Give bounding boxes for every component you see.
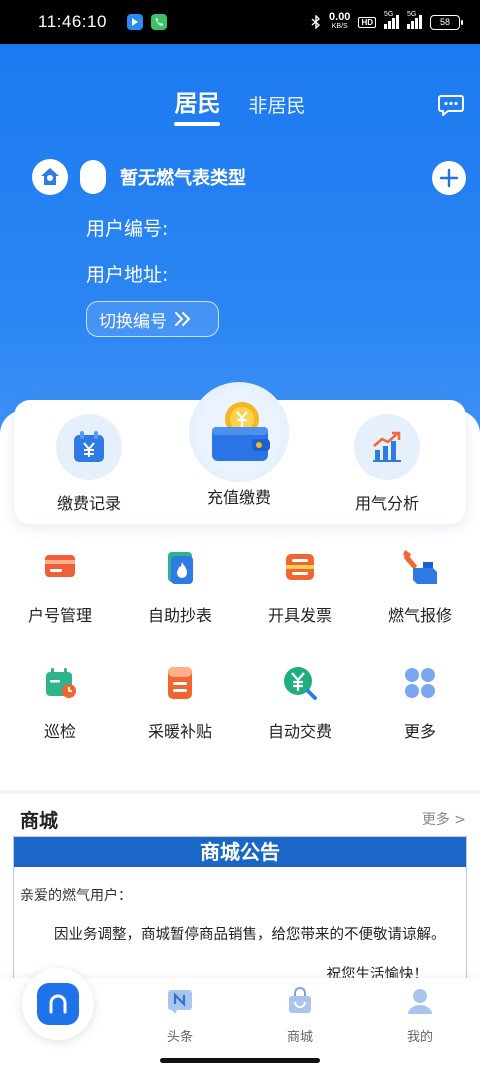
service-account-management[interactable]: 户号管理: [0, 546, 120, 626]
nav-home-button[interactable]: [22, 968, 94, 1040]
status-bar: 11:46:10 0.00 KB/S HD 5G 5G 58: [0, 0, 480, 44]
service-more[interactable]: 更多: [360, 662, 480, 742]
bar-chart-icon: [354, 414, 420, 480]
wallet-coin-icon: [189, 382, 289, 482]
service-inspection[interactable]: 巡检: [0, 662, 120, 742]
nav-news-label: 头条: [166, 1030, 193, 1045]
quick-recharge[interactable]: 充值缴费: [176, 382, 302, 508]
yen-search-icon: [279, 662, 321, 704]
add-account-button[interactable]: [432, 161, 466, 195]
wrench-icon: [399, 546, 441, 588]
switch-account-button[interactable]: 切换编号: [86, 301, 219, 337]
notice-title: 商城公告: [14, 837, 466, 867]
nav-profile-label: 我的: [406, 1030, 433, 1045]
nav-mall[interactable]: 商城: [260, 986, 340, 1045]
signal-label: 5G: [384, 11, 394, 18]
service-label: 燃气报修: [387, 606, 452, 625]
quick-recharge-label: 充值缴费: [206, 488, 271, 507]
network-speed-value: 0.00: [329, 11, 351, 23]
double-chevron-right-icon: [175, 312, 191, 326]
heating-icon: [159, 662, 201, 704]
customer-type-tabs: 居民 非居民: [0, 84, 480, 126]
switch-account-label: 切换编号: [99, 311, 167, 332]
account-summary: 暂无燃气表类型: [32, 159, 246, 195]
hd-badge: HD: [358, 16, 376, 28]
calendar-yen-icon: [56, 414, 122, 480]
tab-resident[interactable]: 居民: [174, 84, 221, 126]
service-label: 自助抄表: [147, 606, 212, 625]
invoice-icon: [279, 546, 321, 588]
mall-section: 商城 更多 > 商城公告 亲爱的燃气用户： 因业务调整，商城暂停商品销售，给您带…: [0, 794, 480, 994]
service-label: 更多: [403, 722, 436, 741]
notice-greeting: 亲爱的燃气用户：: [20, 888, 132, 904]
message-icon[interactable]: [438, 94, 464, 116]
gesture-bar: [160, 1058, 320, 1063]
app-notification-icon: [126, 14, 143, 30]
nav-profile[interactable]: 我的: [380, 986, 460, 1045]
signal-icon-2: 5G: [407, 11, 422, 29]
home-icon: [37, 983, 79, 1025]
plus-icon: [439, 168, 459, 188]
meter-avatar: [80, 160, 106, 194]
quick-gas-analysis-label: 用气分析: [354, 494, 419, 513]
service-label: 巡检: [43, 722, 76, 741]
nav-mall-label: 商城: [286, 1030, 313, 1045]
service-label: 户号管理: [27, 606, 92, 625]
signal-icon: 5G: [384, 11, 399, 29]
quick-payment-records[interactable]: 缴费记录: [29, 414, 149, 514]
battery-icon: 58: [430, 14, 463, 30]
user-address-label: 用户地址:: [86, 264, 169, 286]
quick-gas-analysis[interactable]: 用气分析: [327, 414, 447, 514]
news-icon: [168, 990, 192, 1014]
bluetooth-icon: [311, 15, 321, 29]
mall-notice-banner[interactable]: 商城公告 亲爱的燃气用户： 因业务调整，商城暂停商品销售，给您带来的不便敬请谅解…: [13, 836, 467, 986]
mall-more-link[interactable]: 更多 >: [422, 809, 466, 829]
card-icon: [39, 546, 81, 588]
quick-payment-records-label: 缴费记录: [56, 494, 121, 513]
home-location-icon: [32, 159, 68, 195]
meter-type: 暂无燃气表类型: [120, 168, 246, 189]
calendar-clock-icon: [39, 662, 81, 704]
notice-body: 因业务调整，商城暂停商品销售，给您带来的不便敬请谅解。: [54, 927, 446, 943]
network-speed: 0.00 KB/S: [329, 11, 351, 31]
nav-news[interactable]: 头条: [140, 986, 220, 1045]
user-number-label: 用户编号:: [86, 218, 169, 240]
service-label: 开具发票: [267, 606, 332, 625]
service-issue-invoice[interactable]: 开具发票: [240, 546, 360, 626]
signal-label-2: 5G: [407, 11, 417, 18]
service-auto-payment[interactable]: 自动交费: [240, 662, 360, 742]
flame-meter-icon: [159, 546, 201, 588]
service-self-meter-reading[interactable]: 自助抄表: [120, 546, 240, 626]
shopping-bag-icon: [289, 987, 311, 1013]
phone-notification-icon: [150, 14, 167, 30]
network-speed-unit: KB/S: [331, 23, 348, 30]
status-time: 11:46:10: [38, 12, 107, 31]
status-indicators: 0.00 KB/S HD 5G 5G 58: [311, 11, 463, 31]
mall-title: 商城: [20, 810, 59, 832]
service-heating-subsidy[interactable]: 采暖补贴: [120, 662, 240, 742]
service-gas-repair[interactable]: 燃气报修: [360, 546, 480, 626]
service-label: 采暖补贴: [147, 722, 212, 741]
user-icon: [408, 989, 432, 1014]
grid-more-icon: [399, 662, 441, 704]
tab-non-resident[interactable]: 非居民: [248, 91, 305, 118]
service-label: 自动交费: [267, 722, 332, 741]
